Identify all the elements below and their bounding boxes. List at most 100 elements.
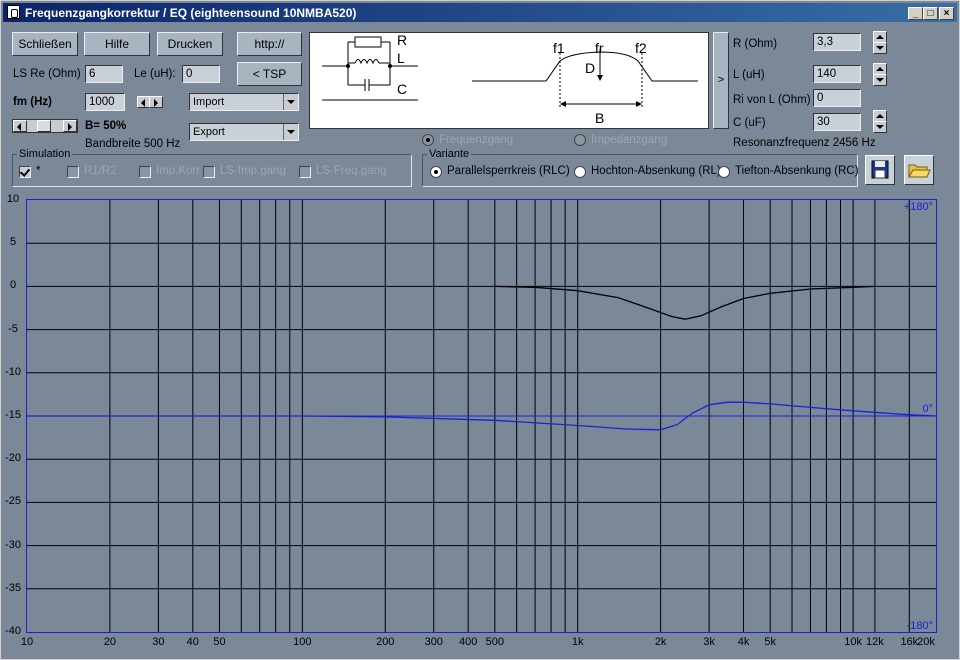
bandwidth-slider[interactable] [12, 119, 78, 133]
x-tick-label: 500 [485, 636, 505, 648]
y-tick-label: -10 [5, 365, 21, 378]
mode-freq-label: Frequenzgang [439, 134, 514, 146]
y-tick-label: -35 [5, 581, 21, 594]
x-tick-label: 30 [152, 636, 165, 648]
variante-radio-rl[interactable] [574, 166, 586, 178]
close-button[interactable]: Schließen [12, 32, 78, 56]
y-tick-label: -25 [5, 495, 21, 508]
x-tick-label: 2k [654, 636, 667, 648]
label-c: C [397, 81, 407, 97]
le-input[interactable]: 0 [182, 65, 220, 83]
resonance-text: Resonanzfrequenz 2456 Hz [733, 137, 876, 149]
ls-re-input[interactable]: 6 [85, 65, 123, 83]
variante-radio-rlc[interactable] [430, 166, 442, 178]
sim-label-impkorr: Imp.Korr. [156, 165, 203, 177]
mode-imp-label: Impedanzgang [591, 134, 668, 146]
variante-radio-rc[interactable] [718, 166, 730, 178]
help-button[interactable]: Hilfe [84, 32, 150, 56]
x-tick-label: 4k [737, 636, 750, 648]
sim-label-all: * [36, 165, 41, 177]
l-input[interactable]: 140 [813, 65, 861, 83]
r-input[interactable]: 3,3 [813, 33, 861, 51]
chevron-down-icon[interactable] [283, 94, 298, 110]
plot-svg: +180° 0° -180° [27, 200, 937, 632]
c-label: C (uF) [733, 117, 766, 129]
c-down-icon[interactable] [873, 121, 887, 133]
label-fr: fr [595, 40, 604, 56]
r-label: R (Ohm) [733, 38, 778, 50]
circuit-svg: R L C f1 fr f2 D B [322, 32, 698, 126]
l-label: L (uH) [733, 69, 765, 81]
floppy-disk-icon [871, 160, 889, 179]
minimize-button[interactable]: _ [908, 7, 923, 20]
variante-label-rc: Tiefton-Absenkung (RC) [735, 165, 859, 177]
sim-check-all[interactable] [19, 166, 31, 178]
label-r: R [397, 33, 407, 48]
x-tick-label: 1k [571, 636, 584, 648]
maximize-button[interactable]: □ [923, 7, 938, 20]
y-tick-label: -15 [5, 409, 21, 421]
l-down-icon[interactable] [873, 74, 887, 86]
y-tick-label: -20 [5, 452, 21, 465]
open-button[interactable] [904, 155, 934, 185]
sim-label-lsimp: LS-Imp.gang [220, 165, 286, 177]
toggle-panel-button[interactable]: > [713, 32, 729, 129]
http-button[interactable]: http:// [237, 32, 302, 56]
slider-right-icon[interactable] [63, 120, 77, 132]
sim-check-impkorr[interactable] [139, 166, 151, 178]
slider-thumb[interactable] [37, 120, 51, 132]
label-l: L [397, 50, 405, 66]
sim-check-r1r2[interactable] [67, 166, 79, 178]
mode-imp-radio[interactable] [574, 134, 586, 146]
export-value: Export [193, 126, 225, 138]
import-select[interactable]: Import [189, 93, 299, 111]
print-button[interactable]: Drucken [157, 32, 223, 56]
bandwidth-hz: Bandbreite 500 Hz [85, 138, 181, 150]
ls-re-label: LS Re (Ohm) [13, 68, 81, 80]
x-tick-label: 3k [703, 636, 715, 648]
bandwidth-percent: B= 50% [85, 120, 127, 132]
close-window-button[interactable]: × [939, 7, 954, 20]
title-bar[interactable]: Frequenzgangkorrektur / EQ (eighteensoun… [3, 3, 957, 22]
tsp-button[interactable]: < TSP [237, 62, 302, 86]
label-d: D [585, 60, 595, 76]
label-f2: f2 [635, 40, 647, 56]
save-button[interactable] [865, 155, 895, 185]
sim-label-r1r2: R1/R2 [84, 165, 117, 177]
y-tick-label: 5 [9, 236, 17, 249]
window-title: Frequenzgangkorrektur / EQ (eighteensoun… [25, 6, 357, 20]
label-b: B [595, 110, 604, 126]
x-tick-label: 5k [764, 636, 777, 648]
x-tick-label: 20k [917, 636, 935, 648]
magnitude-curve [494, 285, 875, 320]
fm-input[interactable]: 1000 [85, 93, 125, 111]
main-window: Frequenzgangkorrektur / EQ (eighteensoun… [0, 0, 960, 660]
c-input[interactable]: 30 [813, 113, 861, 131]
y-tick-label: -5 [8, 322, 18, 335]
slider-left-icon[interactable] [13, 120, 27, 132]
x-tick-label: 50 [213, 636, 226, 648]
ri-input[interactable]: 0 [813, 89, 861, 107]
mode-freq-radio[interactable] [422, 134, 434, 146]
circuit-diagram: R L C f1 fr f2 D B [309, 32, 709, 129]
frequency-response-plot: +180° 0° -180° [26, 199, 937, 633]
r-down-icon[interactable] [873, 42, 887, 54]
x-tick-label: 300 [424, 636, 443, 648]
sim-check-lsfreq[interactable] [299, 166, 311, 178]
variante-title: Variante [427, 148, 472, 160]
variante-label-rlc: Parallelsperrkreis (RLC) [447, 165, 570, 177]
label-f1: f1 [553, 40, 565, 56]
x-tick-label: 40 [186, 636, 199, 648]
fm-increase-icon[interactable] [149, 96, 163, 108]
y-tick-label: 10 [6, 193, 20, 205]
app-icon[interactable] [7, 5, 20, 19]
x-tick-label: 12k [866, 636, 884, 648]
x-tick-label: 10k [844, 636, 862, 648]
export-select[interactable]: Export [189, 123, 299, 141]
sim-label-lsfreq: LS-Freq.gang [316, 165, 387, 177]
sim-check-lsimp[interactable] [203, 166, 215, 178]
variante-label-rl: Hochton-Absenkung (RL) [591, 165, 721, 177]
folder-open-icon [908, 164, 931, 178]
chevron-down-icon[interactable] [283, 124, 298, 140]
x-tick-label: 16k [900, 636, 919, 648]
